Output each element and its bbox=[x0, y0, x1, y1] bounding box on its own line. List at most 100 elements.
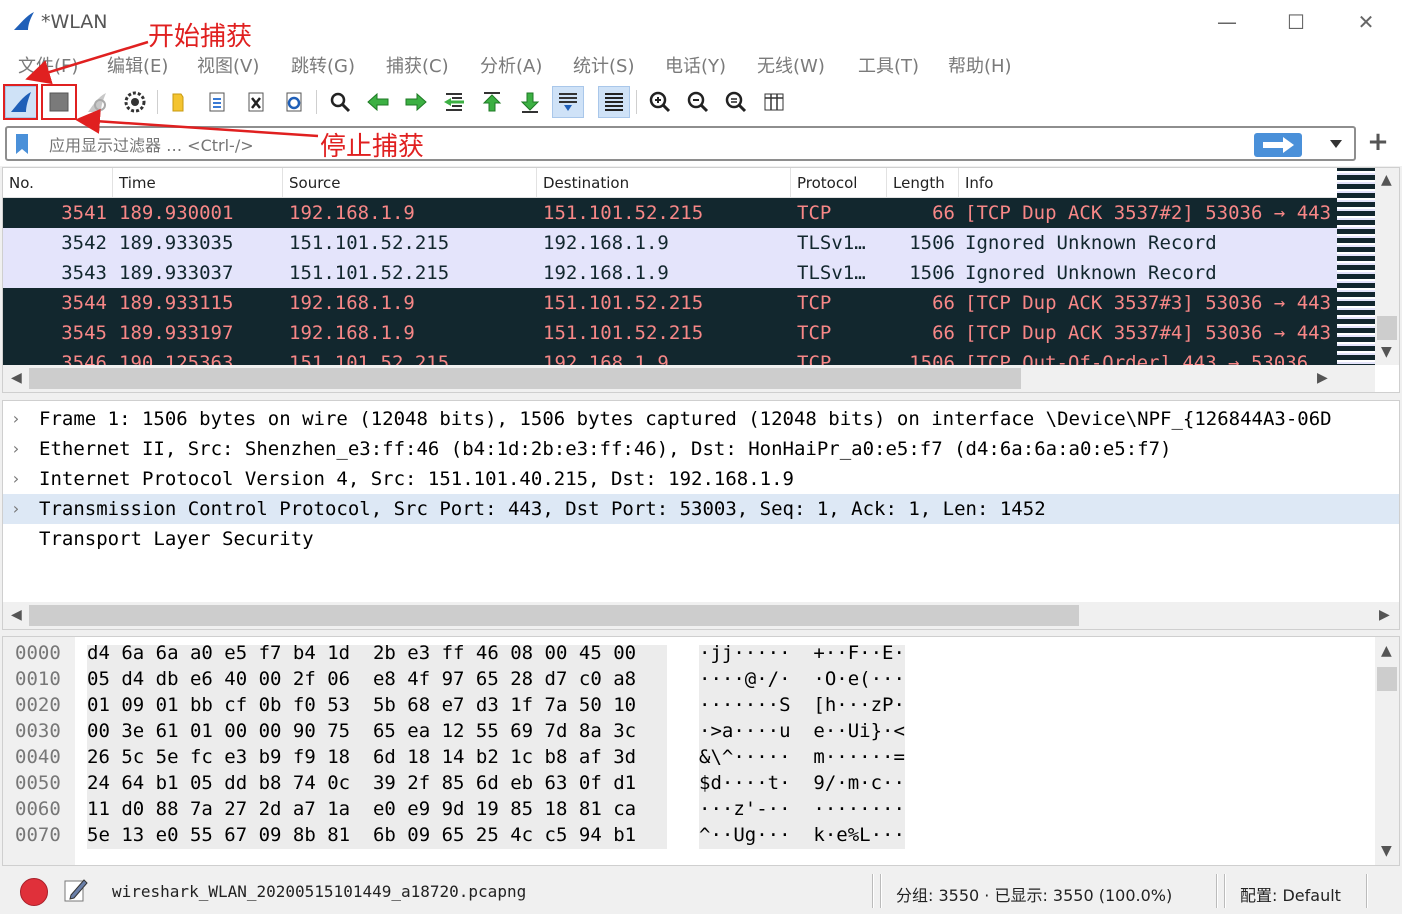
column-header-length[interactable]: Length bbox=[887, 168, 959, 198]
details-horizontal-scrollbar[interactable]: ◀ ▶ bbox=[3, 602, 1399, 629]
add-filter-button[interactable]: + bbox=[1365, 128, 1391, 158]
scrollbar-thumb[interactable] bbox=[1377, 667, 1397, 691]
scroll-right-icon[interactable]: ▶ bbox=[1317, 370, 1328, 386]
column-header-time[interactable]: Time bbox=[113, 168, 283, 198]
expand-arrow-icon[interactable]: › bbox=[11, 494, 21, 524]
packet-row[interactable]: 3543 189.933037 151.101.52.215 192.168.1.9 T… bbox=[3, 258, 1337, 288]
scrollbar-thumb[interactable] bbox=[1377, 316, 1397, 340]
menu-edit[interactable]: 编辑(E) bbox=[107, 52, 168, 78]
detail-tree-item[interactable]: › Transmission Control Protocol, Src Port… bbox=[3, 494, 1399, 524]
column-header-destination[interactable]: Destination bbox=[537, 168, 791, 198]
cell-info: [TCP Dup ACK 3537#3] 53036 → 443 bbox=[965, 292, 1332, 314]
resize-columns-button[interactable] bbox=[758, 86, 790, 118]
cell-destination: 151.101.52.215 bbox=[543, 322, 704, 344]
detail-tree-item[interactable]: › Frame 1: 1506 bytes on wire (12048 bits… bbox=[3, 404, 1399, 434]
hex-bytes: 26 5c 5e fc e3 b9 f9 18 6d 18 14 b2 1c b… bbox=[87, 746, 637, 768]
maximize-button[interactable]: ☐ bbox=[1281, 8, 1311, 36]
stop-capture-highlight bbox=[41, 84, 77, 120]
packet-row[interactable]: 3541 189.930001 192.168.1.9 151.101.52.215 T… bbox=[3, 198, 1337, 228]
scroll-left-icon[interactable]: ◀ bbox=[11, 370, 22, 386]
apply-filter-button[interactable] bbox=[1254, 133, 1302, 157]
first-packet-button[interactable] bbox=[476, 86, 508, 118]
go-forward-button[interactable] bbox=[400, 86, 432, 118]
packet-list-header: No. Time Source Destination Protocol Len… bbox=[3, 168, 1337, 198]
bookmark-icon[interactable] bbox=[15, 133, 29, 155]
go-to-packet-button[interactable] bbox=[438, 86, 470, 118]
detail-tree-item[interactable]: Transport Layer Security bbox=[3, 524, 1399, 554]
colorize-button[interactable] bbox=[598, 86, 630, 118]
status-divider bbox=[1216, 874, 1218, 908]
arrow-right-icon bbox=[405, 92, 427, 112]
detail-tree-item[interactable]: › Ethernet II, Src: Shenzhen_e3:ff:46 (b4… bbox=[3, 434, 1399, 464]
cell-no: 3541 bbox=[61, 202, 107, 224]
close-file-button[interactable] bbox=[240, 86, 272, 118]
open-file-button[interactable] bbox=[163, 86, 195, 118]
scrollbar-thumb[interactable] bbox=[29, 368, 1021, 389]
go-back-button[interactable] bbox=[362, 86, 394, 118]
column-header-source[interactable]: Source bbox=[283, 168, 537, 198]
packet-row[interactable]: 3545 189.933197 192.168.1.9 151.101.52.215 T… bbox=[3, 318, 1337, 348]
profile-name[interactable]: 配置: Default bbox=[1240, 882, 1341, 906]
ascii-bytes: ·jj····· +··F··E· bbox=[699, 642, 905, 664]
menu-capture[interactable]: 捕获(C) bbox=[386, 52, 449, 78]
capture-comment-icon[interactable] bbox=[62, 876, 90, 904]
window-title: *WLAN bbox=[41, 11, 108, 33]
find-packet-button[interactable] bbox=[324, 86, 356, 118]
scroll-down-icon[interactable]: ▼ bbox=[1381, 843, 1392, 859]
packet-row[interactable]: 3544 189.933115 192.168.1.9 151.101.52.215 T… bbox=[3, 288, 1337, 318]
column-header-protocol[interactable]: Protocol bbox=[791, 168, 887, 198]
capture-options-button[interactable] bbox=[119, 86, 151, 118]
save-file-button[interactable] bbox=[201, 86, 233, 118]
zoom-out-button[interactable] bbox=[682, 86, 714, 118]
expand-arrow-icon[interactable]: › bbox=[11, 434, 21, 464]
cell-protocol: TLSv1… bbox=[797, 262, 866, 284]
menu-analyze[interactable]: 分析(A) bbox=[480, 52, 542, 78]
reload-file-button[interactable] bbox=[278, 86, 310, 118]
expert-info-icon[interactable] bbox=[20, 878, 48, 906]
menu-help[interactable]: 帮助(H) bbox=[948, 52, 1012, 78]
bytes-vertical-scrollbar[interactable]: ▲ ▼ bbox=[1375, 637, 1399, 865]
restart-capture-button[interactable] bbox=[81, 86, 113, 118]
packet-list-horizontal-scrollbar[interactable]: ◀ ▶ bbox=[3, 365, 1375, 392]
scroll-left-icon[interactable]: ◀ bbox=[11, 607, 22, 623]
menu-telephony[interactable]: 电话(Y) bbox=[665, 52, 726, 78]
cell-info: [TCP Dup ACK 3537#4] 53036 → 443 bbox=[965, 322, 1332, 344]
scroll-down-icon[interactable]: ▼ bbox=[1381, 344, 1392, 360]
menu-wireless[interactable]: 无线(W) bbox=[757, 52, 825, 78]
menu-view[interactable]: 视图(V) bbox=[197, 52, 259, 78]
detail-tree-item[interactable]: › Internet Protocol Version 4, Src: 151.1… bbox=[3, 464, 1399, 494]
cell-no: 3543 bbox=[61, 262, 107, 284]
menu-file[interactable]: 文件(F) bbox=[18, 52, 78, 78]
packet-minimap[interactable] bbox=[1337, 168, 1375, 365]
expand-arrow-icon[interactable]: › bbox=[11, 404, 21, 434]
filter-history-dropdown[interactable] bbox=[1326, 134, 1346, 154]
scroll-right-icon[interactable]: ▶ bbox=[1379, 607, 1390, 623]
zoom-in-button[interactable] bbox=[644, 86, 676, 118]
scroll-up-icon[interactable]: ▲ bbox=[1381, 643, 1392, 659]
menu-statistics[interactable]: 统计(S) bbox=[573, 52, 634, 78]
close-button[interactable]: ✕ bbox=[1351, 8, 1381, 36]
column-header-info[interactable]: Info bbox=[959, 168, 1337, 198]
auto-scroll-button[interactable] bbox=[552, 86, 584, 118]
search-icon bbox=[330, 92, 351, 113]
packet-list-vertical-scrollbar[interactable]: ▲ ▼ bbox=[1375, 168, 1399, 365]
arrow-right-icon bbox=[1263, 137, 1294, 153]
menu-tools[interactable]: 工具(T) bbox=[858, 52, 919, 78]
last-packet-button[interactable] bbox=[514, 86, 546, 118]
normal-size-button[interactable] bbox=[720, 86, 752, 118]
cell-protocol: TCP bbox=[797, 292, 832, 314]
menu-go[interactable]: 跳转(G) bbox=[291, 52, 355, 78]
ascii-bytes: &\^····· m······= bbox=[699, 746, 905, 768]
minimize-icon: — bbox=[1217, 10, 1237, 34]
document-icon bbox=[209, 92, 225, 112]
status-divider bbox=[872, 874, 874, 908]
cell-source: 151.101.52.215 bbox=[289, 262, 450, 284]
byte-offset: 0000 bbox=[15, 642, 61, 664]
scroll-up-icon[interactable]: ▲ bbox=[1381, 172, 1392, 188]
packet-row[interactable]: 3542 189.933035 151.101.52.215 192.168.1.9 T… bbox=[3, 228, 1337, 258]
column-header-no[interactable]: No. bbox=[3, 168, 113, 198]
cell-length: 1506 bbox=[909, 232, 955, 254]
expand-arrow-icon[interactable]: › bbox=[11, 464, 21, 494]
minimize-button[interactable]: — bbox=[1212, 8, 1242, 36]
scrollbar-thumb[interactable] bbox=[29, 605, 1079, 626]
